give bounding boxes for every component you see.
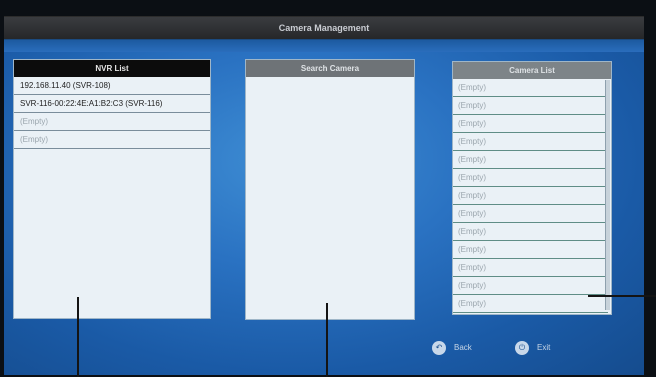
camera-list-item[interactable]: (Empty) bbox=[453, 187, 608, 205]
search-camera-header: Search Camera bbox=[246, 60, 414, 77]
title-shadow bbox=[4, 40, 644, 52]
camera-management-window: Camera Management NVR List 192.168.11.40… bbox=[4, 16, 644, 375]
camera-list-item[interactable]: (Empty) bbox=[453, 205, 608, 223]
camera-list-item[interactable]: (Empty) bbox=[453, 133, 608, 151]
camera-list-item[interactable]: (Empty) bbox=[453, 115, 608, 133]
camera-list-item[interactable]: (Empty) bbox=[453, 259, 608, 277]
power-icon: ⏻ bbox=[515, 341, 529, 355]
marker-line-center bbox=[326, 303, 328, 377]
back-button-label: Back bbox=[454, 343, 472, 352]
back-button[interactable]: ↶ Back bbox=[432, 340, 472, 356]
nvr-list-item[interactable]: SVR-116-00:22:4E:A1:B2:C3 (SVR-116) bbox=[14, 95, 210, 113]
marker-line-right bbox=[588, 295, 656, 297]
nvr-list-header: NVR List bbox=[14, 60, 210, 77]
camera-list-item[interactable]: (Empty) bbox=[453, 79, 608, 97]
camera-list-header: Camera List bbox=[453, 62, 611, 79]
nvr-list-item[interactable]: (Empty) bbox=[14, 113, 210, 131]
exit-button-label: Exit bbox=[537, 343, 551, 352]
screen: Camera Management NVR List 192.168.11.40… bbox=[0, 0, 656, 377]
nvr-list-item[interactable]: 192.168.11.40 (SVR-108) bbox=[14, 77, 210, 95]
nvr-list-item[interactable]: (Empty) bbox=[14, 131, 210, 149]
camera-list-item[interactable]: (Empty) bbox=[453, 295, 608, 313]
camera-list-scrollbar[interactable] bbox=[605, 80, 610, 310]
camera-list-item[interactable]: (Empty) bbox=[453, 241, 608, 259]
back-arrow-icon: ↶ bbox=[432, 341, 446, 355]
search-camera-panel: Search Camera bbox=[246, 60, 414, 319]
camera-list-item[interactable]: (Empty) bbox=[453, 151, 608, 169]
exit-button[interactable]: ⏻ Exit bbox=[515, 340, 550, 356]
marker-line-left bbox=[77, 297, 79, 377]
camera-list-item[interactable]: (Empty) bbox=[453, 169, 608, 187]
camera-list-panel: Camera List (Empty) (Empty) (Empty) (Emp… bbox=[453, 62, 611, 314]
nvr-list-panel: NVR List 192.168.11.40 (SVR-108) SVR-116… bbox=[14, 60, 210, 318]
camera-list-item[interactable]: (Empty) bbox=[453, 223, 608, 241]
camera-list-item[interactable]: (Empty) bbox=[453, 277, 608, 295]
camera-list-item[interactable]: (Empty) bbox=[453, 97, 608, 115]
window-title: Camera Management bbox=[4, 17, 644, 40]
